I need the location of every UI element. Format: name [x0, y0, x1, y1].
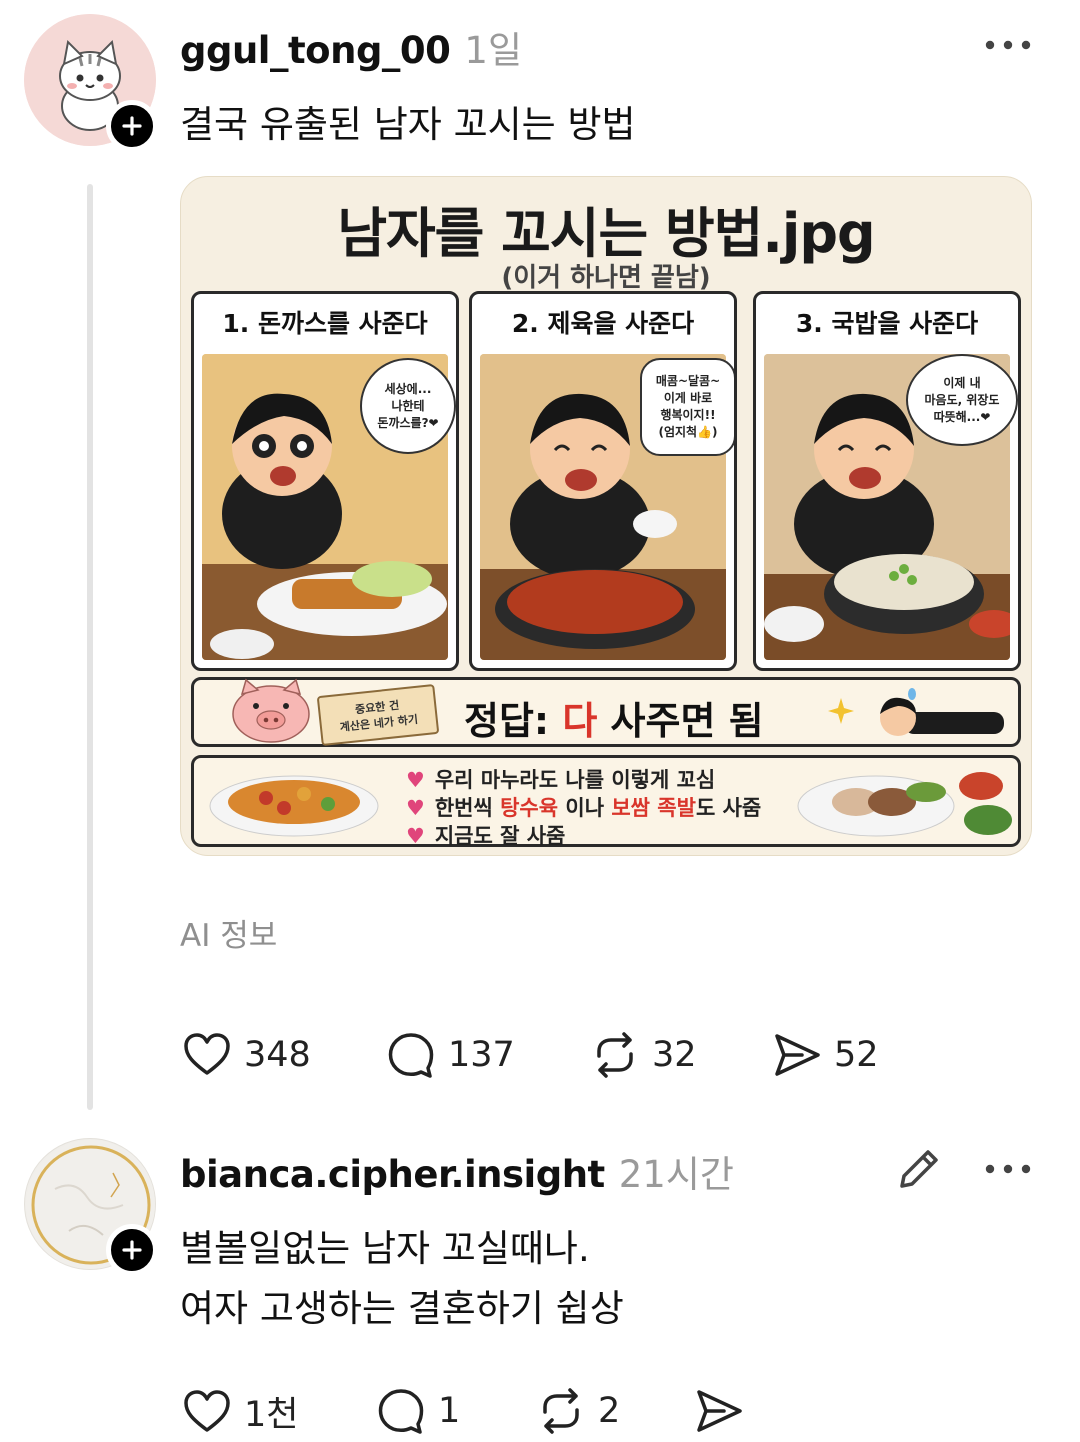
reply-header: bianca.cipher.insight 21시간 — [180, 1144, 734, 1198]
reply-comment-button[interactable]: 1 — [376, 1386, 460, 1436]
repost-icon — [597, 1032, 633, 1078]
post-header: ggul_tong_00 1일 — [180, 20, 522, 74]
post-time: 1일 — [464, 29, 523, 72]
bullet-highlight: 보쌈 족발 — [611, 796, 696, 820]
panel-title: 3. 국밥을 사준다 — [795, 309, 979, 338]
share-button[interactable]: 52 — [772, 1030, 879, 1080]
reply-repost-button[interactable]: 2 — [536, 1386, 620, 1436]
speech-bubble: 이제 내 마음도, 위장도 따뜻해...❤ — [906, 354, 1018, 446]
repost-button[interactable]: 32 — [590, 1030, 697, 1080]
plus-icon — [122, 116, 142, 136]
avatar[interactable] — [24, 14, 158, 152]
answer-prefix: 정답: — [464, 699, 563, 743]
panel-title: 1. 돈까스를 사준다 — [222, 309, 428, 338]
more-icon — [985, 1164, 1031, 1174]
pencil-icon[interactable] — [892, 1140, 948, 1196]
plus-icon — [122, 1240, 142, 1260]
share-count: 52 — [834, 1035, 879, 1075]
reply-like-count: 1천 — [244, 1395, 299, 1435]
reply-text-line-1: 별볼일없는 남자 꼬실때나. — [180, 1227, 590, 1270]
heart-bullet-icon: ♥ — [406, 796, 425, 820]
sign-text: 중요한 건 계산은 네가 하기 — [316, 683, 440, 747]
bullet-1: ♥ 우리 마누라도 나를 이렇게 꼬심 — [406, 764, 715, 794]
answer-highlight: 다 — [562, 699, 598, 743]
bullet-text: 도 사줌 — [695, 796, 762, 820]
reply-time: 21시간 — [618, 1153, 734, 1196]
reply-follow-button[interactable] — [106, 1224, 158, 1276]
share-icon — [697, 1390, 742, 1432]
pig-illustration — [232, 678, 310, 743]
image-subtitle: (이거 하나면 끝남) — [501, 263, 711, 293]
share-icon — [775, 1034, 820, 1076]
comic-panel-2: 2. 제육을 사준다 매콤~달콤~ 이게 바로 행복이지!! (엄지척👍) — [469, 291, 737, 671]
bullet-text: 한번씩 — [434, 796, 501, 820]
post-image[interactable]: 남자를 꼬시는 방법.jpg (이거 하나면 끝남) 1. 돈까스를 사준다 세… — [180, 176, 1032, 856]
bullet-text: 지금도 잘 사줌 — [434, 824, 566, 848]
comment-icon — [388, 1033, 434, 1078]
comic-panel-3: 3. 국밥을 사준다 이제 내 마음도, 위장도 따뜻해...❤ — [753, 291, 1021, 671]
bullet-2: ♥ 한번씩 탕수육 이나 보쌈 족발도 사줌 — [406, 792, 761, 822]
answer-text: 정답: 다 사주면 됨 — [464, 690, 764, 745]
heart-icon — [184, 1033, 230, 1075]
bottom-box: ♥ 우리 마누라도 나를 이렇게 꼬심 ♥ 한번씩 탕수육 이나 보쌈 족발도 사줌… — [191, 755, 1021, 850]
ai-info-link[interactable]: AI 정보 — [180, 910, 277, 955]
more-button[interactable] — [978, 30, 1038, 60]
comment-icon — [378, 1389, 424, 1434]
heart-bullet-icon: ♥ — [406, 824, 425, 848]
sweet-sour-pork-illustration — [209, 775, 379, 837]
panel-title: 2. 제육을 사준다 — [511, 309, 695, 338]
heart-icon — [184, 1389, 230, 1432]
reply-share-button[interactable] — [694, 1386, 744, 1436]
lying-man-illustration — [880, 688, 1004, 736]
bossam-illustration — [797, 772, 1012, 837]
like-count: 348 — [244, 1035, 311, 1075]
reply-avatar[interactable] — [24, 1138, 158, 1276]
follow-button[interactable] — [106, 100, 158, 152]
reply-text-line-2: 여자 고생하는 결혼하기 쉽상 — [180, 1287, 624, 1330]
answer-box: 중요한 건 계산은 네가 하기 정답: 다 사주면 됨 — [191, 677, 1021, 747]
comment-button[interactable]: 137 — [386, 1030, 515, 1080]
more-icon — [985, 40, 1031, 50]
bullet-3: ♥ 지금도 잘 사줌 — [406, 820, 565, 850]
sparkle-icon — [828, 698, 854, 724]
speech-bubble: 매콤~달콤~ 이게 바로 행복이지!! (엄지척👍) — [640, 358, 734, 456]
comic-panel-1: 1. 돈까스를 사준다 세상에... 나한테 돈까스를?❤ — [191, 291, 459, 671]
reply-more-button[interactable] — [978, 1154, 1038, 1184]
post-text: 결국 유출된 남자 꼬시는 방법 — [180, 103, 636, 146]
heart-bullet-icon: ♥ — [406, 768, 425, 792]
like-button[interactable]: 348 — [182, 1030, 311, 1080]
answer-suffix: 사주면 됨 — [597, 699, 764, 743]
speech-bubble: 세상에... 나한테 돈까스를?❤ — [360, 358, 456, 454]
bullet-text: 이나 — [558, 796, 612, 820]
reply-username[interactable]: bianca.cipher.insight — [180, 1153, 605, 1196]
repost-icon — [543, 1388, 579, 1434]
reply-comment-count: 1 — [438, 1391, 461, 1431]
reply-like-button[interactable]: 1천 — [182, 1386, 298, 1437]
username[interactable]: ggul_tong_00 — [180, 29, 451, 72]
bullet-text: 우리 마누라도 나를 이렇게 꼬심 — [434, 768, 716, 792]
reply-repost-count: 2 — [598, 1391, 621, 1431]
thread-line — [87, 184, 93, 1110]
bullet-highlight: 탕수육 — [500, 796, 559, 820]
comment-count: 137 — [448, 1035, 515, 1075]
repost-count: 32 — [652, 1035, 697, 1075]
